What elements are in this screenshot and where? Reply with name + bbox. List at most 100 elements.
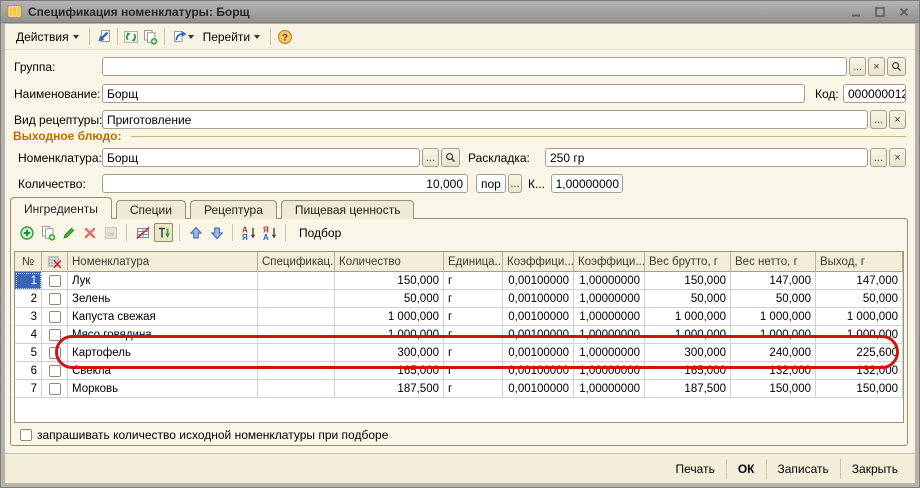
row-exclude-checkbox[interactable]: [42, 362, 68, 380]
goto-label: Перейти: [203, 30, 251, 44]
cell-gross: 1 000,000: [645, 326, 731, 344]
header-unit[interactable]: Единица...: [444, 252, 503, 272]
copy-row-icon[interactable]: [38, 223, 57, 242]
print-button[interactable]: Печать: [665, 459, 726, 479]
recipe-type-field-group: Приготовление ... ×: [102, 110, 906, 129]
header-coef2[interactable]: Коэффици...: [574, 252, 645, 272]
row-exclude-checkbox[interactable]: [42, 290, 68, 308]
cell-unit: г: [444, 326, 503, 344]
ellipsis-button[interactable]: ...: [422, 148, 439, 167]
header-spec[interactable]: Спецификац...: [258, 252, 335, 272]
ellipsis-button[interactable]: ...: [849, 57, 866, 76]
table-row[interactable]: 7Морковь187,500г0,001000001,00000000187,…: [15, 380, 903, 398]
row-exclude-checkbox[interactable]: [42, 308, 68, 326]
header-qty[interactable]: Количество: [335, 252, 444, 272]
maximize-button[interactable]: [871, 4, 889, 20]
tab-recipe[interactable]: Рецептура: [190, 200, 277, 219]
header-coef1[interactable]: Коэффици...: [503, 252, 574, 272]
minimize-button[interactable]: [847, 4, 865, 20]
group-label: Группа:: [14, 60, 55, 74]
table-row[interactable]: 3Капуста свежая1 000,000г0,001000001,000…: [15, 308, 903, 326]
layout-input[interactable]: 250 гр: [545, 148, 868, 167]
header-name[interactable]: Номенклатура: [68, 252, 258, 272]
header-out[interactable]: Выход, г: [816, 252, 903, 272]
table-row[interactable]: 5Картофель300,000г0,001000001,0000000030…: [15, 344, 903, 362]
pick-button[interactable]: Подбор: [292, 225, 348, 241]
layout-field-group: 250 гр ... ×: [545, 148, 906, 167]
code-field-group: 000000012: [843, 84, 906, 103]
goto-button[interactable]: Перейти: [197, 28, 267, 46]
table-row[interactable]: 2Зелень50,000г0,001000001,0000000050,000…: [15, 290, 903, 308]
cell-gross: 187,500: [645, 380, 731, 398]
close-button[interactable]: [895, 4, 913, 20]
cell-coef1: 0,00100000: [503, 308, 574, 326]
clear-icon[interactable]: ×: [889, 110, 906, 129]
code-input[interactable]: 000000012: [843, 84, 906, 103]
recipe-type-input[interactable]: Приготовление: [102, 110, 868, 129]
sort-desc-icon[interactable]: ЯА: [260, 223, 279, 242]
move-down-icon[interactable]: [207, 223, 226, 242]
cell-coef1: 0,00100000: [503, 326, 574, 344]
delete-row-icon[interactable]: [80, 223, 99, 242]
move-up-icon[interactable]: [186, 223, 205, 242]
ellipsis-button[interactable]: ...: [508, 174, 522, 193]
header-exclude-flag[interactable]: [42, 252, 68, 272]
search-icon[interactable]: [887, 57, 906, 76]
quantity-input[interactable]: 10,000: [102, 174, 468, 193]
ingredients-table: № Номенклатура Спецификац... Количество …: [14, 251, 904, 423]
ok-button[interactable]: ОК: [726, 459, 766, 479]
write-icon[interactable]: [94, 27, 113, 46]
cell-unit: г: [444, 344, 503, 362]
toolbar-divider: [285, 224, 286, 241]
cell-net: 150,000: [731, 380, 816, 398]
group-input[interactable]: [102, 57, 847, 76]
unit-field-group: пор ...: [476, 174, 522, 193]
row-order-icon[interactable]: [154, 223, 173, 242]
help-icon[interactable]: ?: [275, 27, 294, 46]
row-exclude-checkbox[interactable]: [42, 380, 68, 398]
cell-coef2: 1,00000000: [574, 308, 645, 326]
toolbar-divider: [89, 28, 90, 45]
clear-icon[interactable]: ×: [868, 57, 885, 76]
copy-doc-icon[interactable]: [141, 27, 160, 46]
edit-row-icon[interactable]: [59, 223, 78, 242]
goto-link-icon[interactable]: [169, 27, 197, 46]
table-row[interactable]: 4Мясо говядина1 000,000г0,001000001,0000…: [15, 326, 903, 344]
ellipsis-button[interactable]: ...: [870, 110, 887, 129]
cell-num: 6: [15, 362, 42, 380]
table-row[interactable]: 6Свекла165,000г0,001000001,00000000165,0…: [15, 362, 903, 380]
grid-slash-icon[interactable]: [133, 223, 152, 242]
header-num[interactable]: №: [15, 252, 42, 272]
tab-spices[interactable]: Специи: [116, 200, 186, 219]
cell-out: 147,000: [816, 272, 903, 290]
coefficient-input[interactable]: 1,00000000: [551, 174, 623, 193]
cell-num: 2: [15, 290, 42, 308]
ellipsis-button[interactable]: ...: [870, 148, 887, 167]
row-exclude-checkbox[interactable]: [42, 326, 68, 344]
cell-out: 225,600: [816, 344, 903, 362]
add-row-icon[interactable]: [17, 223, 36, 242]
tab-nutrition[interactable]: Пищевая ценность: [281, 200, 415, 219]
quantity-label: Количество:: [18, 177, 86, 191]
header-gross[interactable]: Вес брутто, г: [645, 252, 731, 272]
refresh-icon[interactable]: [122, 27, 141, 46]
cell-coef2: 1,00000000: [574, 380, 645, 398]
clear-icon[interactable]: ×: [889, 148, 906, 167]
app-window: Спецификация номенклатуры: Борщ Действия: [0, 0, 920, 488]
ask-quantity-checkbox[interactable]: запрашивать количество исходной номенкла…: [20, 428, 388, 442]
header-net[interactable]: Вес нетто, г: [731, 252, 816, 272]
cell-name: Картофель: [68, 344, 258, 362]
table-row[interactable]: 1Лук150,000г0,001000001,00000000150,0001…: [15, 272, 903, 290]
close-form-button[interactable]: Закрыть: [840, 459, 909, 479]
name-input[interactable]: Борщ: [102, 84, 805, 103]
save-button[interactable]: Записать: [766, 459, 840, 479]
row-exclude-checkbox[interactable]: [42, 344, 68, 362]
sort-asc-icon[interactable]: АЯ: [239, 223, 258, 242]
search-icon[interactable]: [441, 148, 460, 167]
unit-input[interactable]: пор: [476, 174, 506, 193]
tab-ingredients[interactable]: Ингредиенты: [10, 197, 112, 219]
actions-button[interactable]: Действия: [10, 28, 85, 46]
row-exclude-checkbox[interactable]: [42, 272, 68, 290]
nomenclature-input[interactable]: Борщ: [102, 148, 420, 167]
nomenclature-label: Номенклатура:: [18, 151, 102, 165]
